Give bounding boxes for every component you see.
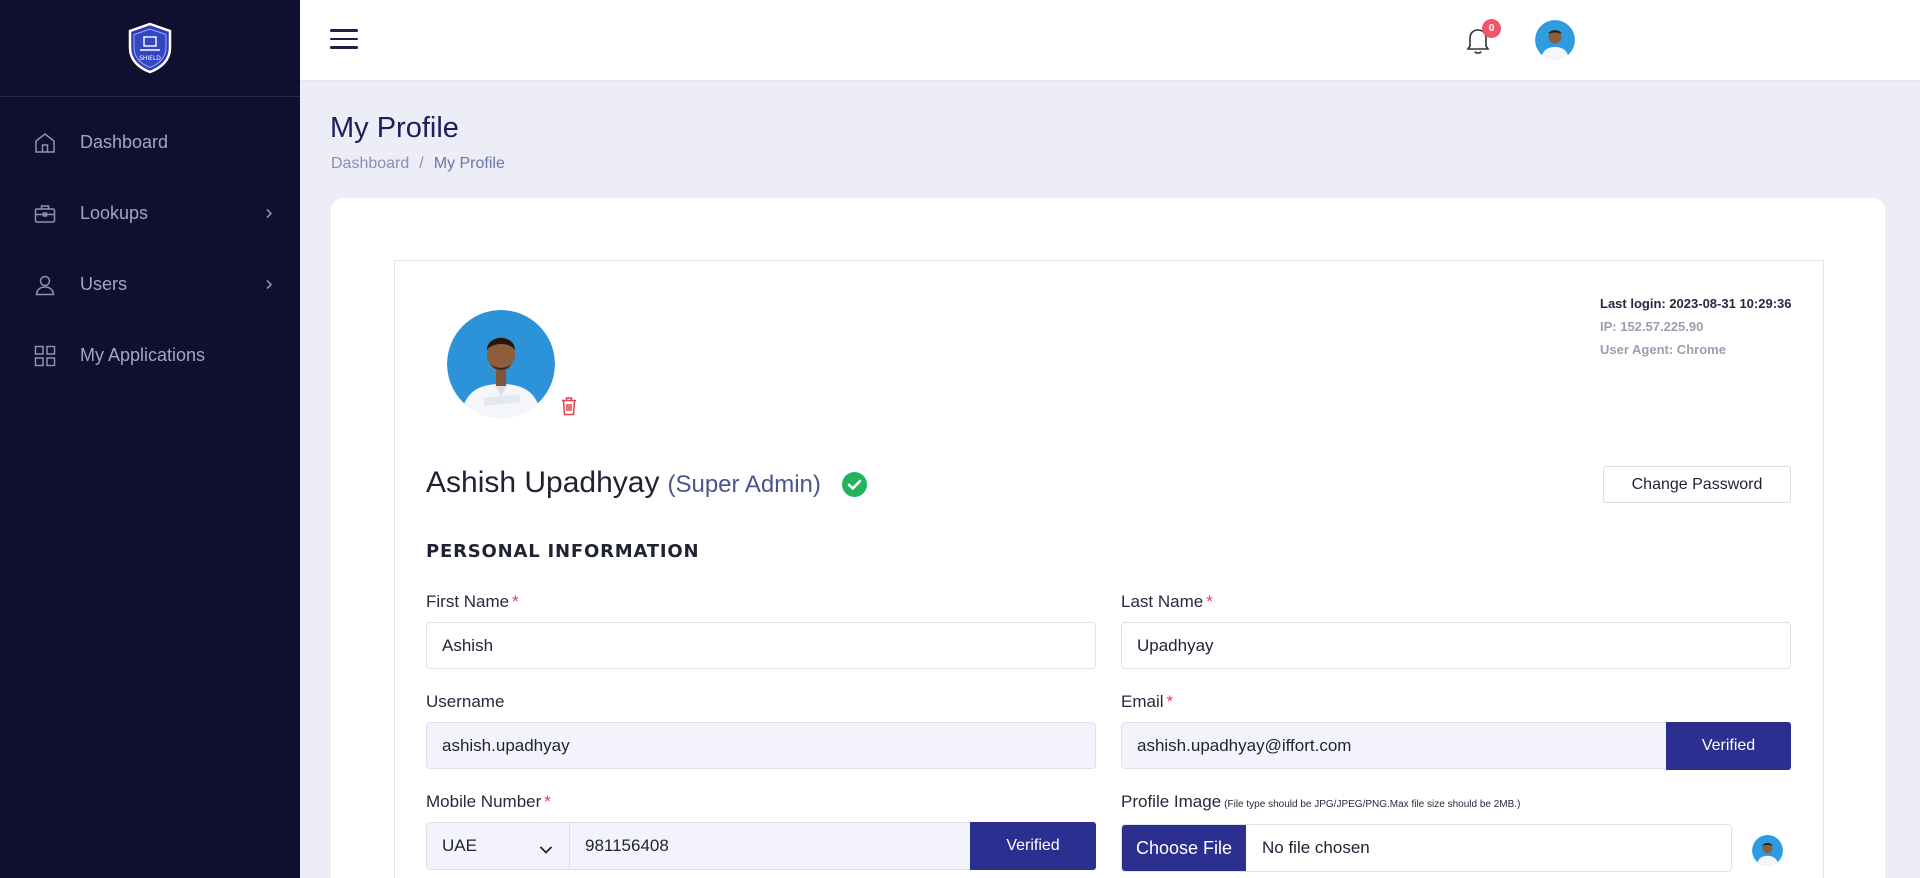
user-role: (Super Admin) <box>667 471 821 498</box>
notification-count-badge: 0 <box>1482 19 1501 38</box>
sidebar-item-users[interactable]: Users <box>0 249 300 320</box>
last-login-text: Last login: 2023-08-31 10:29:36 <box>1600 296 1792 311</box>
username-input[interactable]: ashish.upadhyay <box>426 722 1096 769</box>
profile-image-thumbnail <box>1752 835 1783 866</box>
sidebar-item-my-applications[interactable]: My Applications <box>0 320 300 391</box>
profile-image-label: Profile Image (File type should be JPG/JP… <box>1121 792 1520 812</box>
file-status-text: No file chosen <box>1262 838 1370 857</box>
sidebar-item-label: Users <box>80 274 128 294</box>
username-label-text: Username <box>426 692 505 711</box>
verified-check-icon <box>842 472 867 497</box>
grid-icon <box>32 343 58 369</box>
required-marker: * <box>512 592 519 611</box>
login-info: Last login: 2023-08-31 10:29:36 IP: 152.… <box>1600 292 1791 361</box>
user-agent-text: User Agent: Chrome <box>1600 342 1726 357</box>
logo-area: SHIELD <box>0 0 300 97</box>
email-input[interactable]: ashish.upadhyay@iffort.com <box>1121 722 1667 769</box>
breadcrumb: Dashboard / My Profile <box>331 155 505 173</box>
home-icon <box>32 130 58 156</box>
shield-logo[interactable]: SHIELD <box>126 22 174 74</box>
sidebar-item-dashboard[interactable]: Dashboard <box>0 107 300 178</box>
last-name-input[interactable]: Upadhyay <box>1121 622 1791 669</box>
mobile-label: Mobile Number * <box>426 792 551 812</box>
profile-photo <box>447 310 555 418</box>
top-bar <box>300 0 1920 80</box>
email-label: Email * <box>1121 692 1173 712</box>
ip-text: IP: 152.57.225.90 <box>1600 319 1704 334</box>
last-name-label: Last Name * <box>1121 592 1213 612</box>
first-name-input[interactable]: Ashish <box>426 622 1096 669</box>
user-avatar[interactable] <box>1535 20 1575 60</box>
svg-text:SHIELD: SHIELD <box>139 55 161 62</box>
chevron-right-icon <box>264 203 274 224</box>
sidebar-item-label: My Applications <box>80 345 206 365</box>
sidebar: SHIELD Dashboard Lookups Users My Applic… <box>0 0 300 878</box>
section-title: PERSONAL INFORMATION <box>426 541 700 562</box>
delete-photo-icon[interactable] <box>560 396 578 416</box>
choose-file-button[interactable]: Choose File <box>1122 825 1246 871</box>
first-name-label: First Name * <box>426 592 519 612</box>
required-marker: * <box>544 792 551 811</box>
page-title: My Profile <box>330 112 459 144</box>
sidebar-item-label: Lookups <box>80 203 149 223</box>
user-name-heading: Ashish Upadhyay (Super Admin) <box>426 466 821 500</box>
first-name-label-text: First Name <box>426 592 510 611</box>
mobile-number-input[interactable]: 981156408 <box>569 822 971 870</box>
profile-image-hint: (File type should be JPG/JPEG/PNG.Max fi… <box>1224 799 1521 810</box>
briefcase-icon <box>32 201 58 227</box>
mobile-label-text: Mobile Number <box>426 792 542 811</box>
profile-image-label-text: Profile Image <box>1121 792 1222 811</box>
user-full-name: Ashish Upadhyay <box>426 466 660 499</box>
breadcrumb-home-link[interactable]: Dashboard <box>331 155 409 173</box>
breadcrumb-current: My Profile <box>433 155 505 172</box>
change-password-button[interactable]: Change Password <box>1603 466 1791 503</box>
sidebar-item-label: Dashboard <box>80 132 169 152</box>
chevron-down-icon <box>539 840 553 860</box>
country-select[interactable]: UAE <box>426 822 569 870</box>
user-icon <box>32 272 58 298</box>
required-marker: * <box>1166 692 1174 711</box>
email-label-text: Email <box>1121 692 1164 711</box>
last-name-label-text: Last Name <box>1121 592 1204 611</box>
username-label: Username <box>426 692 504 712</box>
sidebar-nav: Dashboard Lookups Users My Applications <box>0 107 300 391</box>
mobile-verified-button[interactable]: Verified <box>970 822 1096 870</box>
required-marker: * <box>1206 592 1213 611</box>
sidebar-item-lookups[interactable]: Lookups <box>0 178 300 249</box>
profile-image-file-input[interactable]: Choose File No file chosen <box>1121 824 1732 872</box>
country-select-value: UAE <box>442 836 477 855</box>
email-verified-button[interactable]: Verified <box>1666 722 1791 770</box>
chevron-right-icon <box>264 274 274 295</box>
menu-toggle-icon[interactable] <box>330 29 358 51</box>
breadcrumb-separator: / <box>419 155 424 172</box>
